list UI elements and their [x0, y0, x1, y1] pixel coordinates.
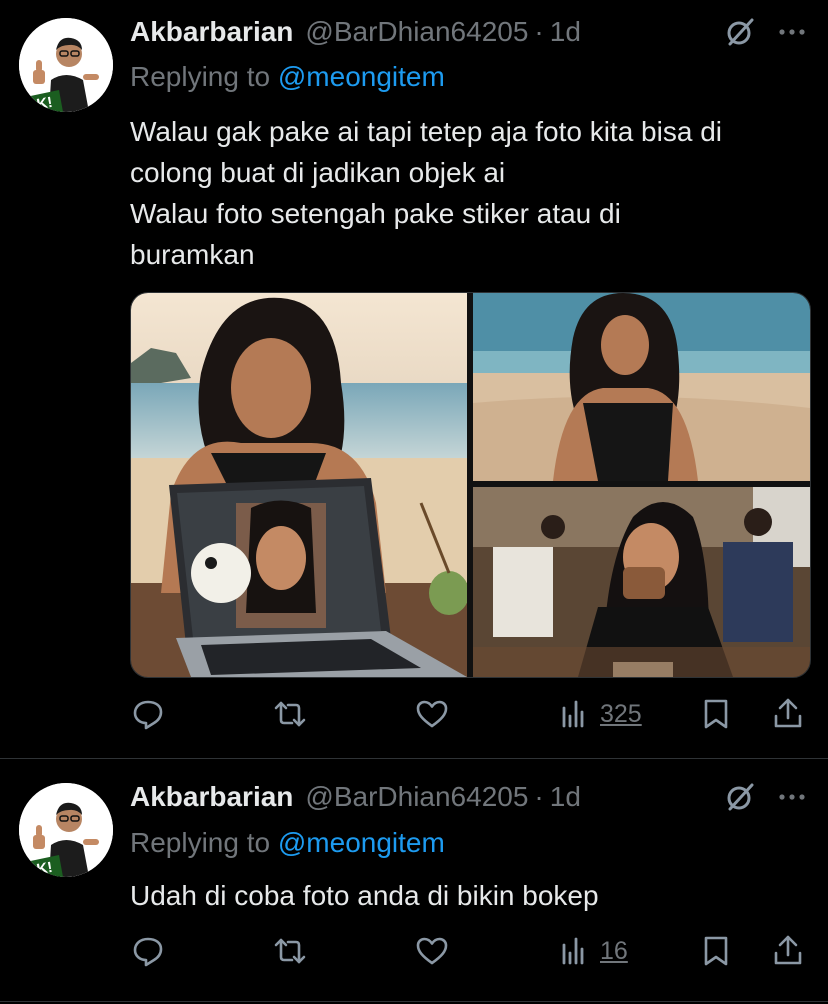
- replying-prefix: Replying to: [130, 827, 278, 858]
- views-button[interactable]: 16: [556, 931, 628, 971]
- bookmark-button[interactable]: [698, 694, 734, 734]
- views-count[interactable]: 325: [600, 700, 642, 729]
- author-handle[interactable]: @BarDhian64205: [305, 14, 528, 50]
- reply-button[interactable]: [130, 931, 166, 971]
- timestamp[interactable]: 1d: [550, 779, 581, 815]
- retweet-icon: [274, 701, 306, 727]
- more-dots-icon[interactable]: [774, 14, 810, 50]
- like-button[interactable]: [414, 931, 450, 971]
- separator: ·: [534, 781, 544, 812]
- avatar-badge: OK!: [24, 859, 54, 877]
- retweet-icon: [274, 938, 306, 964]
- more-dots-icon[interactable]: [774, 779, 810, 815]
- replying-to: Replying to @meongitem: [130, 825, 445, 861]
- avatar[interactable]: OK!: [19, 783, 113, 877]
- share-button[interactable]: [770, 694, 806, 734]
- tweet-header: Akbarbarian @BarDhian64205 · 1d: [130, 14, 581, 50]
- grok-slash-icon[interactable]: [722, 779, 758, 815]
- tweet-actions: 325: [130, 694, 814, 734]
- tweet-header: Akbarbarian @BarDhian64205 · 1d: [130, 779, 581, 815]
- media-grid: [130, 292, 811, 678]
- tweet-actions: 16: [130, 931, 814, 971]
- tweet-text: Walau gak pake ai tapi tetep aja foto ki…: [130, 111, 814, 275]
- grok-slash-icon[interactable]: [722, 14, 758, 50]
- author-name[interactable]: Akbarbarian: [130, 14, 293, 50]
- views-button[interactable]: 325: [556, 694, 642, 734]
- tweet-text: Udah di coba foto anda di bikin bokep: [130, 875, 814, 916]
- share-upload-icon: [774, 935, 802, 965]
- separator: ·: [534, 16, 544, 47]
- share-upload-icon: [774, 698, 802, 728]
- views-count[interactable]: 16: [600, 937, 628, 966]
- tweet-text-line: colong buat di jadikan objek ai: [130, 157, 506, 188]
- tweet-text-line: Walau gak pake ai tapi tetep aja foto ki…: [130, 116, 722, 147]
- heart-icon: [416, 700, 448, 728]
- tweet-divider: [0, 1001, 828, 1002]
- avatar[interactable]: OK!: [19, 18, 113, 112]
- reply-bubble-icon: [133, 700, 163, 730]
- replying-mention[interactable]: @meongitem: [278, 61, 445, 92]
- tweet-1[interactable]: OK! Akbarbarian @BarDhian64205 · 1d Repl…: [0, 0, 828, 758]
- retweet-button[interactable]: [272, 931, 308, 971]
- views-bar-icon: [562, 937, 584, 965]
- like-button[interactable]: [414, 694, 450, 734]
- timestamp[interactable]: 1d: [550, 14, 581, 50]
- photo-beach-portrait[interactable]: [473, 293, 810, 481]
- replying-prefix: Replying to: [130, 61, 278, 92]
- tweet-2[interactable]: OK! Akbarbarian @BarDhian64205 · 1d Repl…: [0, 759, 828, 1004]
- author-handle[interactable]: @BarDhian64205: [305, 779, 528, 815]
- heart-icon: [416, 937, 448, 965]
- avatar-badge: OK!: [24, 94, 54, 112]
- bookmark-icon: [704, 699, 728, 729]
- photo-cafe-coffee[interactable]: [473, 487, 810, 677]
- bookmark-button[interactable]: [698, 931, 734, 971]
- reply-button[interactable]: [130, 694, 166, 734]
- share-button[interactable]: [770, 931, 806, 971]
- author-name[interactable]: Akbarbarian: [130, 779, 293, 815]
- reply-bubble-icon: [133, 937, 163, 967]
- replying-to: Replying to @meongitem: [130, 59, 445, 95]
- views-bar-icon: [562, 700, 584, 728]
- bookmark-icon: [704, 936, 728, 966]
- tweet-text-line: buramkan: [130, 239, 255, 270]
- tweet-text-line: Udah di coba foto anda di bikin bokep: [130, 880, 599, 911]
- photo-laptop-beach[interactable]: [131, 293, 467, 677]
- replying-mention[interactable]: @meongitem: [278, 827, 445, 858]
- retweet-button[interactable]: [272, 694, 308, 734]
- tweet-text-line: Walau foto setengah pake stiker atau di: [130, 198, 621, 229]
